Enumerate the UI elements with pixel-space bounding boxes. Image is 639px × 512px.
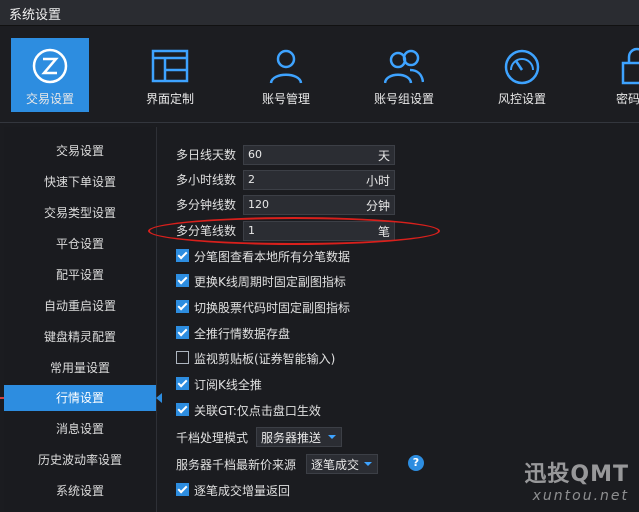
sidebar-item-close-position[interactable]: 平仓设置 [4,231,156,257]
window-title: 系统设置 [9,8,62,23]
toolbar-item-risk-control[interactable]: 风控设置 [483,38,561,112]
sidebar-item-trade-settings[interactable]: 交易设置 [4,138,156,164]
category-toolbar: 交易设置 界面定制 账号管理 账号组设置 风控设置 密码 [0,26,639,123]
depth-mode-label: 千档处理模式 [176,431,249,445]
depth-mode-select[interactable]: 服务器推送 [256,427,342,447]
chevron-down-icon [328,435,336,439]
daily-days-input[interactable]: 60 天 [243,145,395,165]
latest-price-source-select[interactable]: 逐笔成交 [306,454,378,474]
user-icon [269,49,303,84]
gauge-icon [504,49,540,85]
hourly-count-input[interactable]: 2 小时 [243,170,395,190]
sidebar-item-auto-restart[interactable]: 自动重启设置 [4,293,156,319]
field-label-minute-count: 多分钟线数 [176,198,237,212]
latest-price-source-label: 服务器千档最新价来源 [176,458,297,472]
checkbox-box[interactable] [176,274,189,287]
checkbox-box[interactable] [176,377,189,390]
watermark: 迅投QMT xuntou.net [524,456,629,504]
checkbox-box[interactable] [176,403,189,416]
checkbox-box[interactable] [176,249,189,262]
lock-icon [621,47,639,85]
watermark-site: xuntou.net [532,488,629,504]
sidebar-item-keyboard-wizard[interactable]: 键盘精灵配置 [4,324,156,350]
field-label-hourly-count: 多小时线数 [176,173,237,187]
user-group-icon [384,49,424,84]
checkbox-box[interactable] [176,483,189,496]
watermark-brand: 迅投QMT [524,462,629,487]
field-label-daily-days: 多日线天数 [176,148,237,162]
minute-count-input[interactable]: 120 分钟 [243,195,395,215]
red-highlight-annotation [148,217,440,245]
help-icon[interactable]: ? [408,455,424,471]
toolbar-item-trade-settings[interactable]: 交易设置 [11,38,89,112]
settings-sidebar: 交易设置 快速下单设置 交易类型设置 平仓设置 配平设置 自动重启设置 键盘精灵… [4,127,162,512]
sidebar-item-system[interactable]: 系统设置 [4,478,156,504]
toolbar-item-account-group[interactable]: 账号组设置 [365,38,443,112]
toolbar-item-password[interactable]: 密码 [598,38,639,112]
sidebar-item-common-volume[interactable]: 常用量设置 [4,355,156,381]
toolbar-item-ui-custom[interactable]: 界面定制 [131,38,209,112]
sidebar-item-message[interactable]: 消息设置 [4,416,156,442]
sidebar-item-trade-type[interactable]: 交易类型设置 [4,200,156,226]
sidebar-item-balance[interactable]: 配平设置 [4,262,156,288]
checkbox-box[interactable] [176,326,189,339]
chevron-down-icon [364,462,372,466]
checkbox-box[interactable] [176,351,189,364]
toolbar-item-account-manage[interactable]: 账号管理 [247,38,325,112]
sidebar-item-quick-order[interactable]: 快速下单设置 [4,169,156,195]
trade-z-icon [32,48,68,84]
title-bar: 系统设置 [0,0,639,26]
sidebar-item-market-settings[interactable]: 行情设置 [4,385,162,411]
layout-icon [151,49,189,83]
market-settings-panel: 多日线天数 60 天 多小时线数 2 小时 多分钟线数 120 分钟 多分笔线数… [148,127,639,512]
sidebar-item-historical-volatility[interactable]: 历史波动率设置 [4,447,156,473]
checkbox-box[interactable] [176,300,189,313]
